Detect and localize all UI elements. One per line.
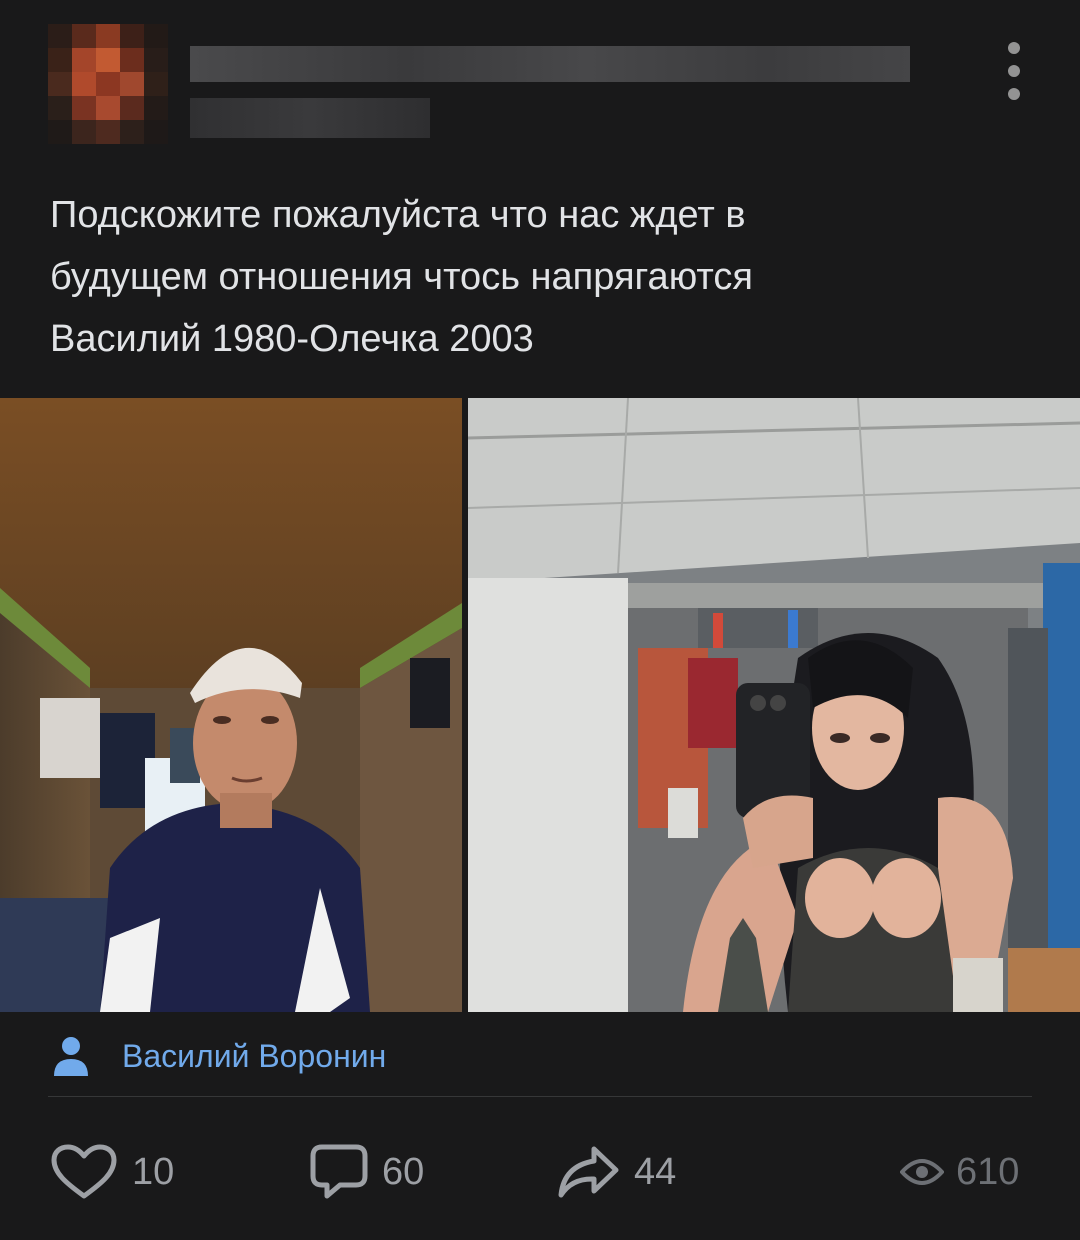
post-card: Подскожите пожалуйста что нас ждет в буд… xyxy=(0,0,1080,1240)
like-count: 10 xyxy=(132,1150,175,1193)
post-text: Подскожите пожалуйста что нас ждет в буд… xyxy=(50,184,1010,370)
post-text-line: Василий 1980-Олечка 2003 xyxy=(50,318,534,360)
avatar-blurred[interactable] xyxy=(48,24,168,144)
photo-man[interactable] xyxy=(0,398,462,1012)
eye-icon xyxy=(900,1159,944,1185)
post-text-line: Подскожите пожалуйста что нас ждет в xyxy=(50,194,746,236)
heart-icon xyxy=(51,1144,117,1199)
post-author-link[interactable]: Василий Воронин xyxy=(52,1030,386,1082)
share-button[interactable]: 44 xyxy=(556,1140,676,1204)
like-button[interactable]: 10 xyxy=(50,1140,174,1204)
comment-count: 60 xyxy=(382,1150,425,1193)
author-name-blurred[interactable] xyxy=(190,46,910,82)
views-counter: 610 xyxy=(900,1140,1019,1204)
post-text-line: будущем отношения чтось напрягаются xyxy=(50,256,753,298)
comment-button[interactable]: 60 xyxy=(310,1140,424,1204)
person-icon xyxy=(54,1037,88,1076)
post-date-blurred xyxy=(190,98,430,138)
share-count: 44 xyxy=(634,1150,677,1193)
more-vertical-icon[interactable] xyxy=(996,42,1032,100)
share-icon xyxy=(558,1146,619,1198)
divider xyxy=(48,1096,1032,1097)
photo-woman[interactable] xyxy=(468,398,1080,1012)
comment-icon xyxy=(310,1144,368,1199)
views-count: 610 xyxy=(956,1150,1020,1193)
author-name: Василий Воронин xyxy=(122,1037,387,1074)
